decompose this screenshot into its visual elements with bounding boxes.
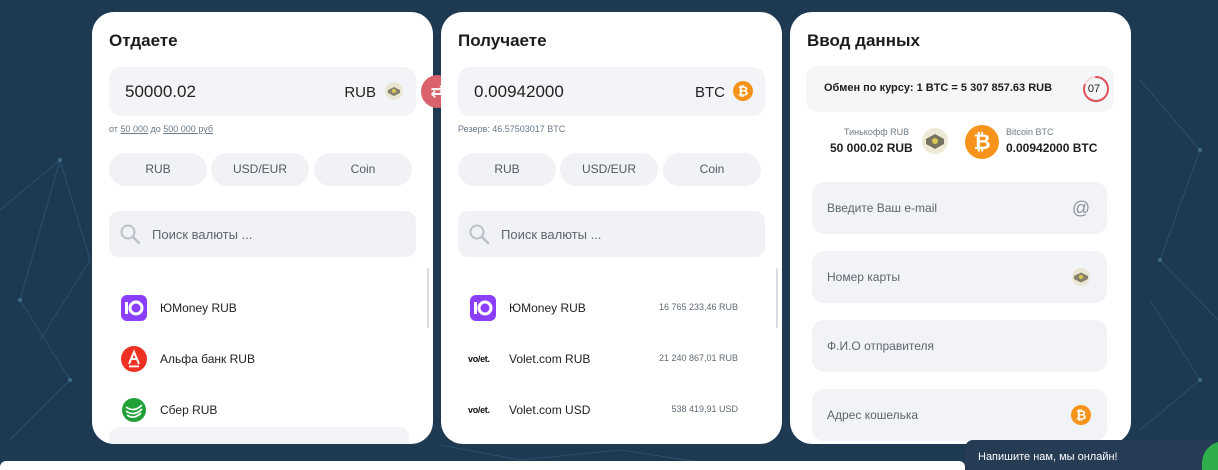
get-search-box[interactable]: Поиск валюты ... [458,211,765,257]
card-number-field[interactable]: Номер карты [812,251,1107,303]
svg-text:₿: ₿ [738,85,749,100]
list-item-reserve: 538 419,91 USD [671,404,738,414]
list-item-reserve: 16 765 233,46 RUB [658,302,738,312]
get-currency-tabs: RUB USD/EUR Coin [458,153,761,186]
exchange-rate-box: Обмен по курсу: 1 BTC = 5 307 857.63 RUB… [806,66,1114,112]
leaf-icon [1201,442,1218,470]
get-tab-rub[interactable]: RUB [458,153,556,186]
sender-name-placeholder: Ф.И.О отправителя [827,339,935,353]
at-sign-icon: @ [1071,198,1091,218]
sender-name-field[interactable]: Ф.И.О отправителя [812,320,1107,372]
min-limit-link[interactable]: 50 000 [120,124,148,134]
tinkoff-bank-icon [1072,268,1090,286]
give-currency-tabs: RUB USD/EUR Coin [109,153,412,186]
give-limits-hint: от 50 000 до 500 000 руб [109,124,213,134]
get-tab-coin[interactable]: Coin [663,153,761,186]
get-reserve-hint: Резерв: 46.57503017 BTC [458,124,566,134]
svg-text:₿: ₿ [973,130,990,154]
give-amount-input[interactable]: 50000.02 [125,82,196,102]
list-item[interactable]: ЮMoney RUB 16 765 233,46 RUB [458,291,758,325]
data-entry-panel: Ввод данных Обмен по курсу: 1 BTC = 5 30… [790,12,1131,444]
search-icon [469,224,490,245]
bottom-content-edge [0,461,965,470]
yoomoney-icon [470,295,496,321]
data-title: Ввод данных [807,31,920,50]
get-amount-input[interactable]: 0.00942000 [474,82,564,102]
give-tab-usd-eur[interactable]: USD/EUR [211,153,309,186]
chat-widget-text: Напишите нам, мы онлайн! [978,451,1118,463]
exchange-rate-text: Обмен по курсу: 1 BTC = 5 307 857.63 RUB [824,82,1053,94]
get-tab-usd-eur[interactable]: USD/EUR [560,153,658,186]
list-item-name: Volet.com USD [509,403,591,417]
give-panel: Отдаете 50000.02 RUB от 50 000 до 500 00… [92,12,433,444]
bitcoin-icon: ₿ [965,125,999,159]
online-chat-widget[interactable]: Напишите нам, мы онлайн! [965,440,1218,470]
card-number-placeholder: Номер карты [827,270,900,284]
to-summary-label: Bitcoin BTC [1006,127,1054,137]
get-panel: Получаете 0.00942000 BTC ₿ Резерв: 46.57… [441,12,782,444]
volet-logo: vo/et. [468,354,490,364]
sber-icon [122,398,146,422]
list-item-name: Сбер RUB [160,403,218,417]
email-field[interactable]: Введите Ваш e-mail @ [812,182,1107,234]
from-summary-label: Тинькофф RUB [844,127,910,137]
get-title: Получаете [458,31,547,50]
tinkoff-bank-icon [385,82,403,100]
get-search-placeholder: Поиск валюты ... [501,227,602,242]
email-field-placeholder: Введите Ваш e-mail [827,201,938,215]
give-tab-coin[interactable]: Coin [314,153,412,186]
give-currency-label: RUB [344,84,376,101]
list-item-name: ЮMoney RUB [509,301,586,315]
give-list-scrollbar[interactable] [427,268,429,328]
list-item[interactable]: vo/et. Volet.com RUB 21 240 867,01 RUB [458,342,758,376]
list-item[interactable]: Альфа банк RUB [109,342,409,376]
tinkoff-bank-icon [922,128,948,154]
bitcoin-icon: ₿ [1071,405,1091,425]
give-title: Отдаете [109,31,178,50]
alfa-bank-icon [121,346,147,372]
list-item[interactable]: vo/et. Volet.com USD 538 419,91 USD [458,393,758,427]
to-summary-value: 0.00942000 BTC [1006,141,1098,155]
give-tab-rub[interactable]: RUB [109,153,207,186]
give-search-box[interactable]: Поиск валюты ... [109,211,416,257]
to-summary: ₿ Bitcoin BTC 0.00942000 BTC [965,122,1115,162]
from-summary: Тинькофф RUB 50 000.02 RUB [820,122,970,162]
rate-timer-value: 07 [1087,83,1101,95]
search-icon [120,224,141,245]
list-item-name: Volet.com RUB [509,352,591,366]
get-amount-box[interactable]: 0.00942000 BTC ₿ [458,67,765,116]
volet-logo: vo/et. [468,405,490,415]
bitcoin-icon: ₿ [733,81,753,101]
list-item-reserve: 21 240 867,01 RUB [658,353,738,363]
get-currency-label: BTC [695,84,725,101]
from-summary-value: 50 000.02 RUB [830,141,913,155]
list-item[interactable]: Сбер RUB [109,393,409,427]
wallet-address-field[interactable]: Адрес кошелька ₿ [812,389,1107,441]
get-list-scrollbar[interactable] [776,268,778,328]
yoomoney-icon [121,295,147,321]
list-item-name: ЮMoney RUB [160,301,237,315]
give-amount-box[interactable]: 50000.02 RUB [109,67,416,116]
list-item-partial [109,427,409,444]
list-item[interactable]: ЮMoney RUB [109,291,409,325]
wallet-address-placeholder: Адрес кошелька [827,408,919,422]
max-limit-link[interactable]: 500 000 руб [163,124,213,134]
give-search-placeholder: Поиск валюты ... [152,227,253,242]
svg-text:₿: ₿ [1076,409,1087,424]
list-item-name: Альфа банк RUB [160,352,255,366]
